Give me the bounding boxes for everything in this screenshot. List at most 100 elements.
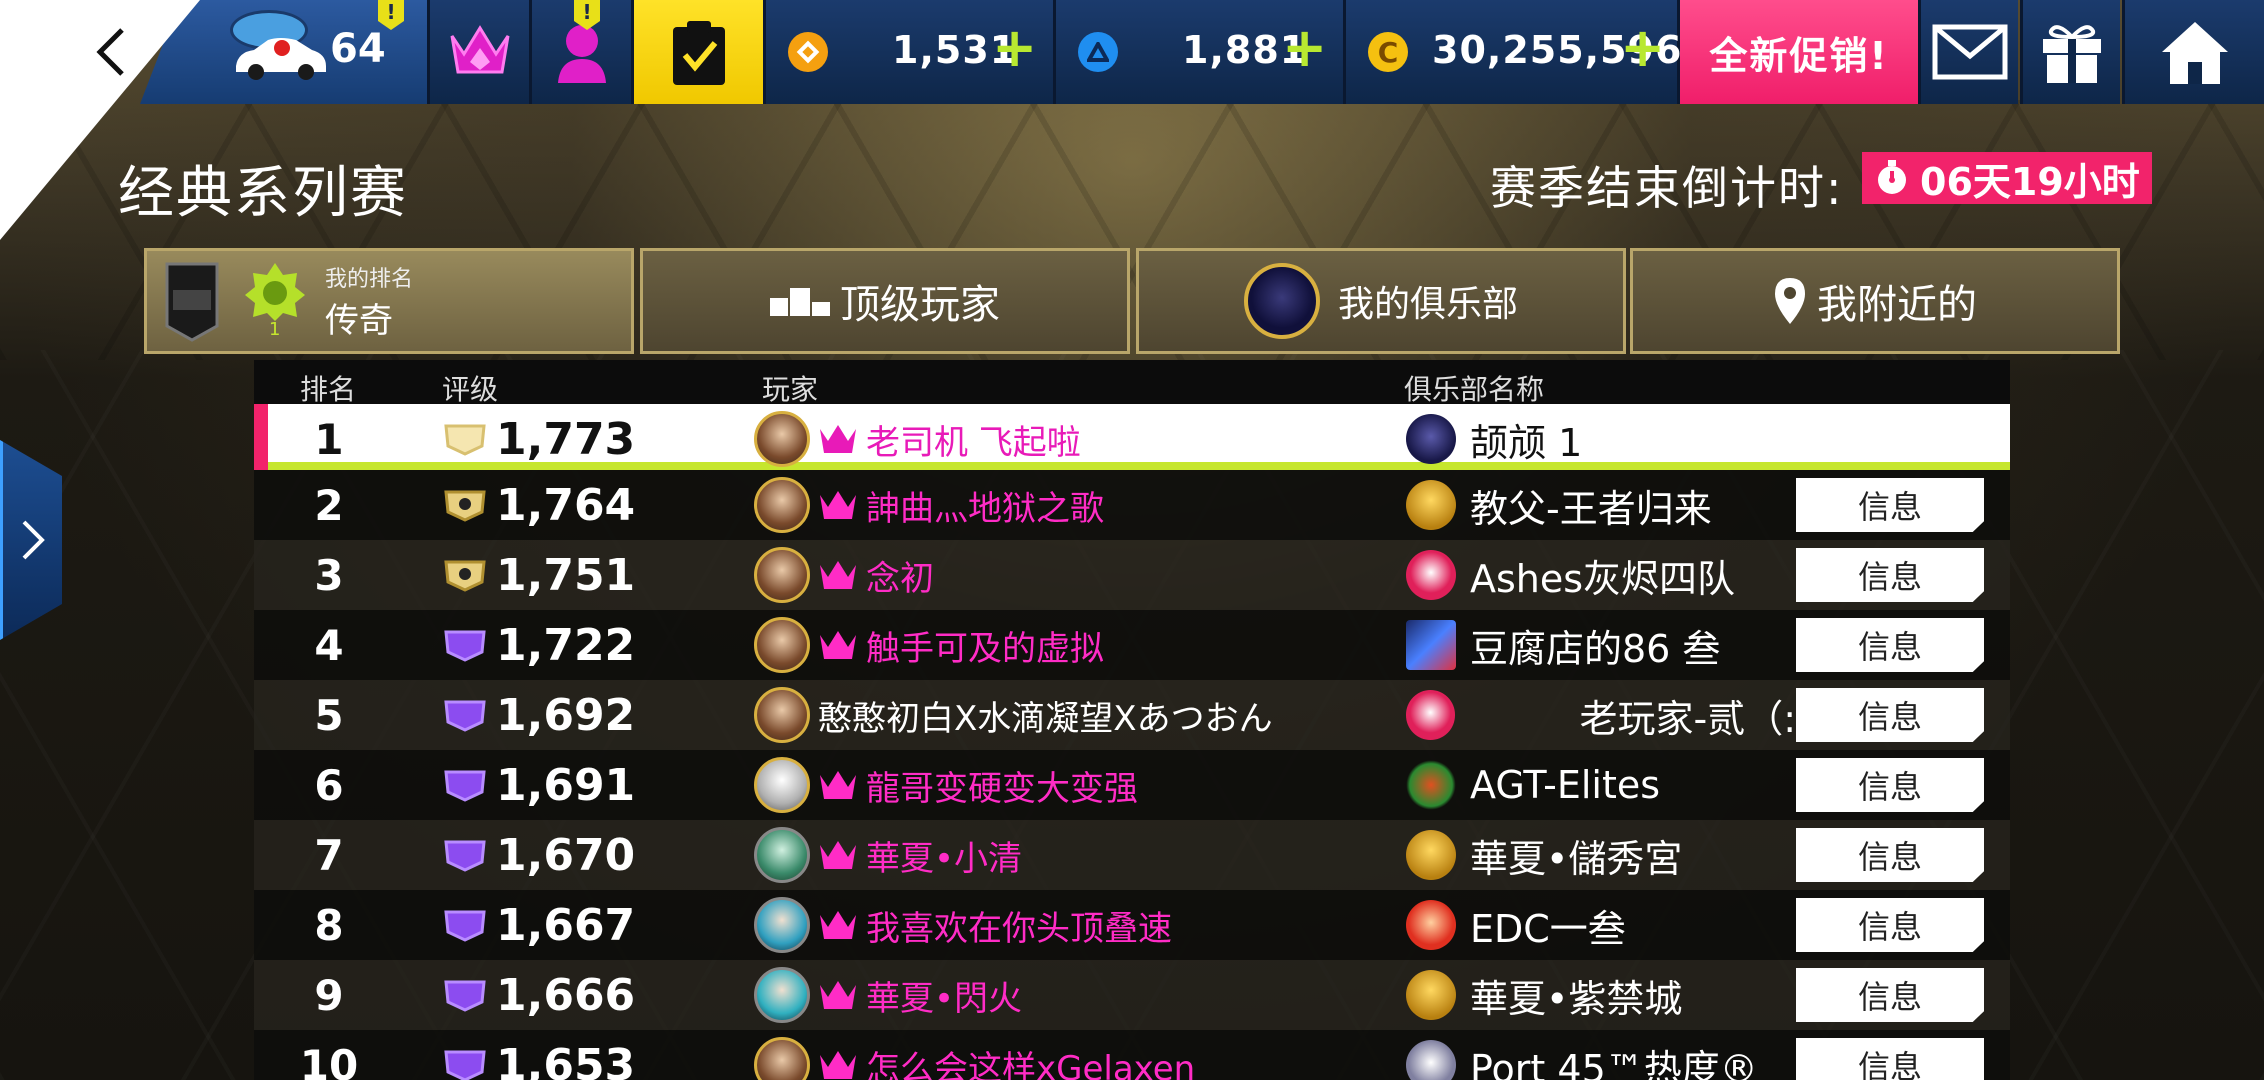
rating-value: 1,764 <box>496 479 636 531</box>
club-name: 華夏•儲秀宮 <box>1470 836 1683 881</box>
club-name: Port 45™热度® <box>1470 1046 1758 1080</box>
player-cell[interactable]: 華夏•小清 <box>754 820 1022 890</box>
table-row[interactable]: 8 1,667 我喜欢在你头顶叠速 EDC一叁 信息 <box>254 890 2010 960</box>
home-icon <box>2161 22 2228 84</box>
info-button[interactable]: 信息 <box>1796 618 1984 672</box>
player-cell[interactable]: 龍哥变硬变大变强 <box>754 750 1138 820</box>
player-cell[interactable]: 憨憨初白X水滴凝望Xあつおん <box>754 680 1273 750</box>
gift-button[interactable] <box>2020 0 2120 104</box>
club-emblem-icon <box>1406 760 1456 810</box>
player-avatar <box>754 547 810 603</box>
tab-my-club[interactable]: 我的俱乐部 <box>1136 248 1626 354</box>
mail-button[interactable] <box>1918 0 2018 104</box>
club-name: 豆腐店的86 叁 <box>1470 626 1721 671</box>
back-button[interactable] <box>78 20 142 84</box>
player-cell[interactable]: 念初 <box>754 540 934 610</box>
tab-my-rank[interactable]: 1 我的排名 传奇 <box>144 248 634 354</box>
table-row[interactable]: 3 1,751 念初 Ashes灰烬四队 信息 <box>254 540 2010 610</box>
page-title: 经典系列赛 <box>118 161 408 226</box>
info-button[interactable]: 信息 <box>1796 688 1984 742</box>
league-crown-icon <box>820 491 856 519</box>
rating-cell: 1,773 <box>442 404 635 474</box>
club-cell: 豆腐店的86 叁 <box>1406 610 1720 680</box>
gold-rating-badge-icon <box>444 424 486 456</box>
credits-icon: C <box>1368 32 1408 72</box>
player-cell[interactable]: 触手可及的虚拟 <box>754 610 1104 680</box>
club-emblem-icon <box>1406 620 1456 670</box>
table-row[interactable]: 5 1,692 憨憨初白X水滴凝望Xあつおん 老玩家-贰（: 信息 <box>254 680 2010 750</box>
rank-cell: 4 <box>314 620 344 670</box>
rating-value: 1,653 <box>496 1039 636 1080</box>
table-row[interactable]: 9 1,666 華夏•閃火 華夏•紫禁城 信息 <box>254 960 2010 1030</box>
info-button[interactable]: 信息 <box>1796 898 1984 952</box>
purple-rating-badge-icon <box>444 700 486 732</box>
mail-icon <box>1932 24 2007 80</box>
league-crown-icon <box>820 631 856 659</box>
rank-emblem: 1 <box>235 261 315 341</box>
club-emblem-icon <box>1406 550 1456 600</box>
info-button[interactable]: 信息 <box>1796 1038 1984 1080</box>
player-avatar <box>754 827 810 883</box>
token-icon <box>788 32 828 72</box>
club-cell: EDC一叁 <box>1406 890 1626 960</box>
profile-button[interactable]: ! <box>532 0 634 104</box>
table-row[interactable]: 10 1,653 怎么会这样xGelaxen Port 45™热度® 信息 <box>254 1030 2010 1080</box>
buy-credits-button[interactable]: + <box>1620 18 1665 78</box>
table-row[interactable]: 7 1,670 華夏•小清 華夏•儲秀宮 信息 <box>254 820 2010 890</box>
player-cell[interactable]: 怎么会这样xGelaxen <box>754 1030 1195 1080</box>
club-emblem-icon <box>1406 900 1456 950</box>
player-avatar <box>754 411 810 467</box>
clipboard-check-icon <box>672 21 725 85</box>
club-emblem-icon <box>1406 830 1456 880</box>
player-cell[interactable]: 我喜欢在你头顶叠速 <box>754 890 1172 960</box>
currency-blueprints[interactable]: 1,881 + <box>1056 0 1346 104</box>
chevron-right-icon <box>22 520 45 560</box>
missions-button[interactable] <box>634 0 766 104</box>
info-button[interactable]: 信息 <box>1796 828 1984 882</box>
currency-tokens[interactable]: 1,531 + <box>766 0 1056 104</box>
league-button[interactable] <box>430 0 532 104</box>
info-button[interactable]: 信息 <box>1796 478 1984 532</box>
club-emblem-icon <box>1406 480 1456 530</box>
info-button[interactable]: 信息 <box>1796 758 1984 812</box>
rating-value: 1,691 <box>496 759 636 811</box>
tab-nearby[interactable]: 我附近的 <box>1630 248 2120 354</box>
tab-top-players[interactable]: 顶级玩家 <box>640 248 1130 354</box>
legend-rank-badge-icon <box>165 262 219 342</box>
header-player: 玩家 <box>762 373 819 406</box>
league-crown-icon <box>820 771 856 799</box>
player-name: 華夏•小清 <box>866 838 1023 879</box>
player-name: 憨憨初白X水滴凝望Xあつおん <box>818 698 1273 739</box>
my-rank-caption: 我的排名 <box>325 266 414 292</box>
player-cell[interactable]: 老司机 飞起啦 <box>754 404 1081 474</box>
home-button[interactable] <box>2122 0 2264 104</box>
top-bar: 64 ! ! 1,531 + 1,881 + C 30,255,596 + 全新… <box>0 0 2264 104</box>
table-row[interactable]: 6 1,691 龍哥变硬变大变强 AGT-Elites 信息 <box>254 750 2010 820</box>
player-name: 念初 <box>866 558 934 599</box>
gift-icon <box>2042 25 2101 83</box>
car-icon <box>236 38 326 80</box>
buy-tokens-button[interactable]: + <box>992 18 1037 78</box>
my-rank-info: 我的排名 传奇 <box>325 261 413 342</box>
rank-cell: 9 <box>314 970 344 1020</box>
gold-rating-badge-icon <box>444 490 486 522</box>
info-button[interactable]: 信息 <box>1796 548 1984 602</box>
club-emblem-icon <box>1406 414 1456 464</box>
table-row-me[interactable]: 1 1,773 老司机 飞起啦 颉颃 1 <box>254 404 2010 470</box>
header-rating: 评级 <box>442 373 499 406</box>
header-club: 俱乐部名称 <box>1404 373 1545 406</box>
table-row[interactable]: 2 1,764 訷曲灬地狱之歌 教父-王者归来 信息 <box>254 470 2010 540</box>
player-name: 怎么会这样xGelaxen <box>866 1048 1196 1080</box>
new-sale-button[interactable]: 全新促销! <box>1680 0 1918 104</box>
info-button[interactable]: 信息 <box>1796 968 1984 1022</box>
player-avatar <box>754 757 810 813</box>
player-cell[interactable]: 華夏•閃火 <box>754 960 1022 1030</box>
currency-credits[interactable]: C 30,255,596 + <box>1346 0 1681 104</box>
rating-value: 1,667 <box>496 899 636 951</box>
rank-cell: 10 <box>299 1040 359 1080</box>
player-cell[interactable]: 訷曲灬地狱之歌 <box>754 470 1104 540</box>
table-row[interactable]: 4 1,722 触手可及的虚拟 豆腐店的86 叁 信息 <box>254 610 2010 680</box>
player-avatar <box>754 687 810 743</box>
buy-blueprints-button[interactable]: + <box>1282 18 1327 78</box>
rank-cell: 3 <box>314 550 344 600</box>
